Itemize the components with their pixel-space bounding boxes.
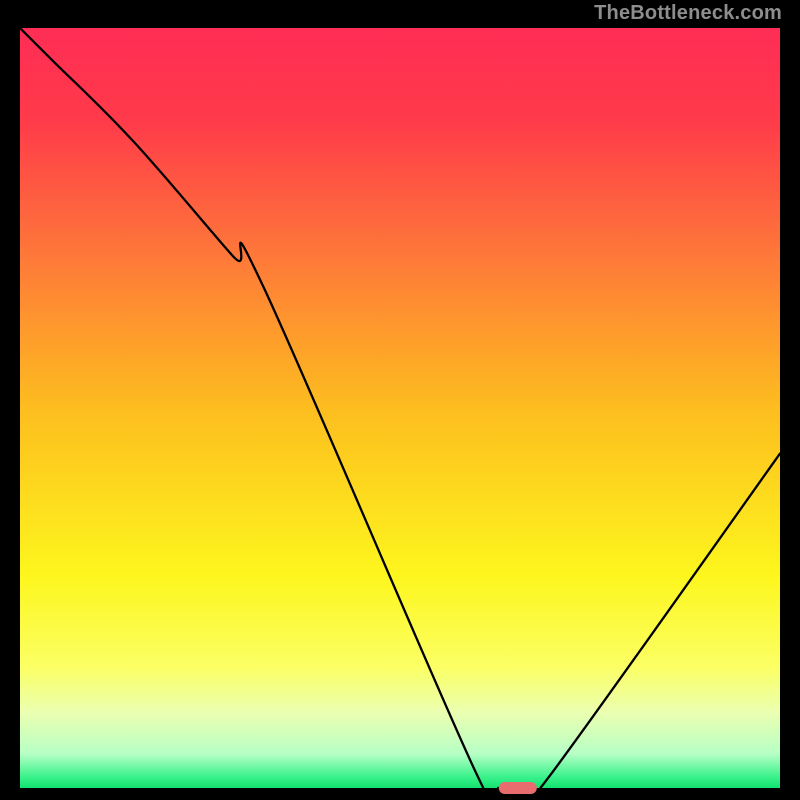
optimum-marker: [499, 782, 537, 794]
bottleneck-chart: [0, 0, 800, 800]
chart-container: TheBottleneck.com: [0, 0, 800, 800]
